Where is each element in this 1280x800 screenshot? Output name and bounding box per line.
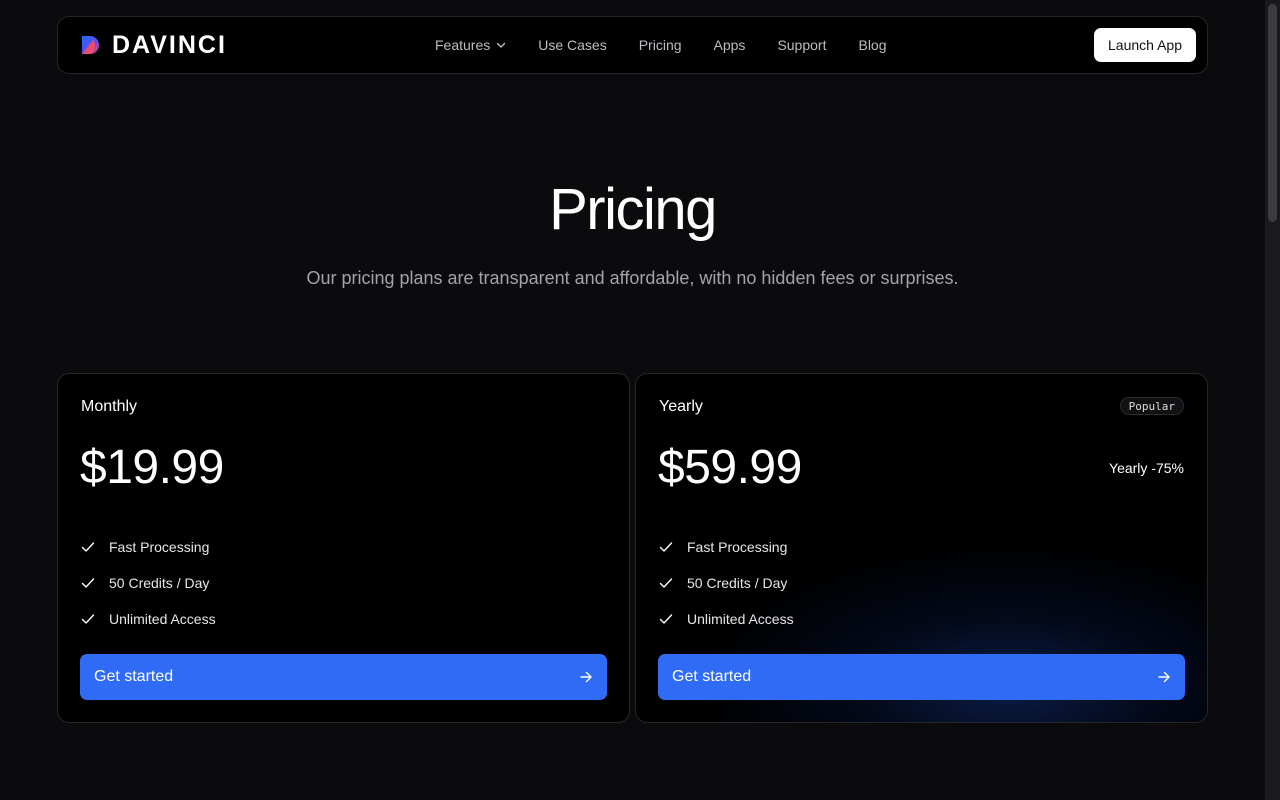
nav-item-label: Features (435, 37, 491, 53)
top-navbar: DAVINCI Features Use Cases Pricing Apps … (57, 16, 1208, 74)
arrow-right-icon (1158, 671, 1170, 683)
feature-label: Unlimited Access (109, 611, 216, 627)
nav-item-blog[interactable]: Blog (858, 37, 886, 53)
check-icon (659, 614, 673, 624)
check-icon (81, 614, 95, 624)
feature-label: 50 Credits / Day (109, 575, 210, 591)
nav-item-features[interactable]: Features (435, 37, 506, 53)
plan-name: Monthly (81, 398, 138, 415)
feature-list: Fast Processing 50 Credits / Day Unlimit… (81, 529, 216, 637)
plan-price: $19.99 (80, 441, 224, 494)
page-subtitle: Our pricing plans are transparent and af… (306, 268, 959, 288)
get-started-button-yearly[interactable]: Get started (658, 654, 1185, 700)
get-started-label: Get started (672, 668, 752, 685)
feature-item: Fast Processing (81, 529, 216, 565)
main-nav: Features Use Cases Pricing Apps Support … (435, 17, 919, 73)
feature-label: 50 Credits / Day (687, 575, 788, 591)
nav-item-apps[interactable]: Apps (714, 37, 746, 53)
feature-item: Fast Processing (659, 529, 794, 565)
scrollbar-thumb[interactable] (1268, 4, 1277, 222)
nav-item-pricing[interactable]: Pricing (639, 37, 682, 53)
check-icon (659, 578, 673, 588)
chevron-down-icon (497, 42, 506, 48)
brand-logo[interactable]: DAVINCI (80, 31, 227, 59)
feature-label: Fast Processing (109, 539, 210, 555)
pricing-card-yearly: Yearly Popular $59.99 Yearly -75% Fast P… (635, 373, 1208, 723)
feature-item: 50 Credits / Day (659, 565, 794, 601)
arrow-right-icon (580, 671, 592, 683)
page-title: Pricing (549, 177, 717, 242)
plan-price: $59.99 (658, 441, 802, 494)
feature-item: Unlimited Access (659, 601, 794, 637)
discount-label: Yearly -75% (1109, 460, 1184, 476)
nav-item-use-cases[interactable]: Use Cases (538, 37, 606, 53)
get-started-button-monthly[interactable]: Get started (80, 654, 607, 700)
check-icon (81, 542, 95, 552)
page-scrollbar[interactable] (1265, 0, 1280, 800)
brand-name: DAVINCI (112, 31, 227, 59)
pricing-card-monthly: Monthly $19.99 Fast Processing 50 Credit… (57, 373, 630, 723)
check-icon (659, 542, 673, 552)
popular-badge: Popular (1119, 397, 1184, 415)
feature-label: Fast Processing (687, 539, 788, 555)
feature-item: 50 Credits / Day (81, 565, 216, 601)
check-icon (81, 578, 95, 588)
feature-label: Unlimited Access (687, 611, 794, 627)
feature-item: Unlimited Access (81, 601, 216, 637)
feature-list: Fast Processing 50 Credits / Day Unlimit… (659, 529, 794, 637)
nav-item-support[interactable]: Support (777, 37, 826, 53)
davinci-logo-icon (82, 36, 99, 54)
launch-app-button[interactable]: Launch App (1094, 28, 1196, 62)
get-started-label: Get started (94, 668, 174, 685)
plan-name: Yearly (659, 398, 703, 415)
